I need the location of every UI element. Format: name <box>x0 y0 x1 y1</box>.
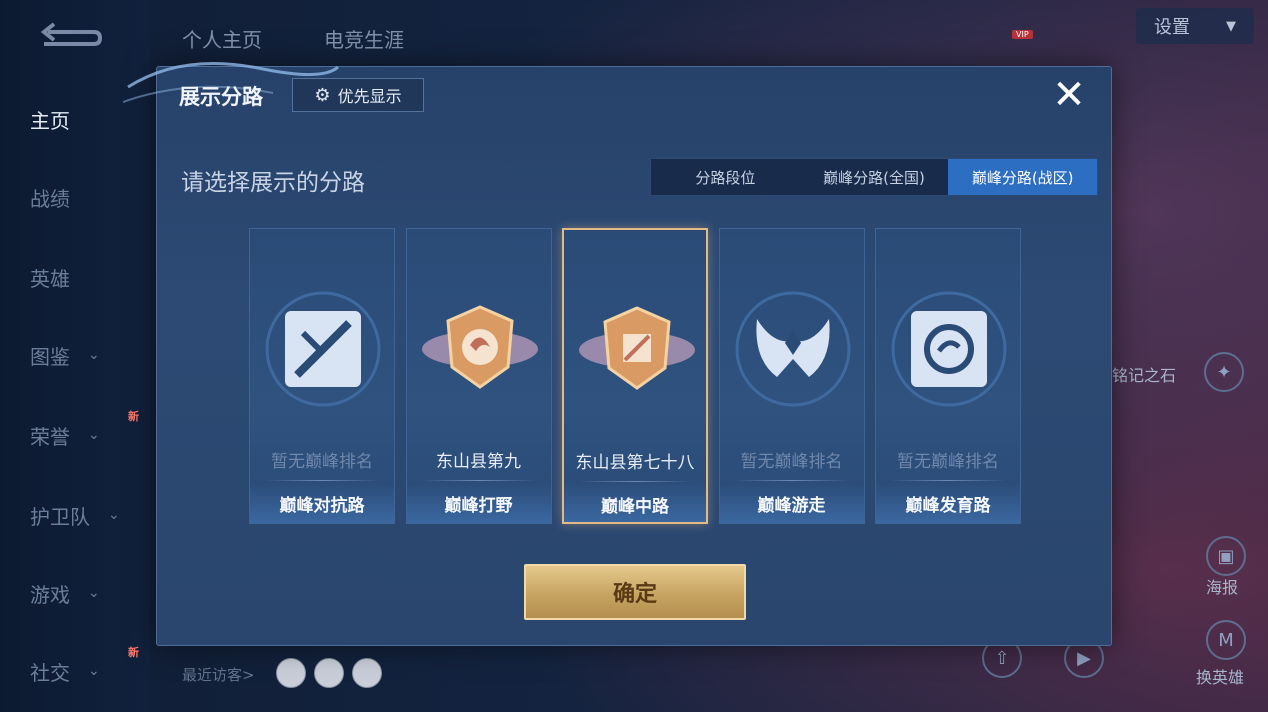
lane-card[interactable]: 暂无巅峰排名 巅峰发育路 <box>875 228 1021 524</box>
lane-name: 巅峰发育路 <box>905 496 991 516</box>
lane-card[interactable]: 东山县第九 巅峰打野 <box>405 228 552 524</box>
chevron-down-icon: ⌄ <box>88 663 100 679</box>
chevron-down-icon: ⌄ <box>88 347 100 363</box>
tab-peak-region[interactable]: 巅峰分路(战区) <box>948 159 1098 195</box>
close-button[interactable]: ✕ <box>1049 75 1089 115</box>
priority-label: 优先显示 <box>337 87 402 106</box>
visitor-avatar[interactable] <box>314 658 344 688</box>
chevron-down-icon: ⌄ <box>88 427 100 443</box>
lane-rank-text: 东山县第九 <box>436 452 521 472</box>
sidebar-item[interactable]: 图鉴 ⌄ <box>30 340 140 370</box>
lane-display-dialog: 展示分路 ⚙ 优先显示 ✕ 请选择展示的分路 分路段位 巅峰分路(全国) 巅峰分… <box>123 61 1112 646</box>
sidebar-item-label: 荣誉 <box>30 424 70 449</box>
visitor-avatar[interactable] <box>276 658 306 688</box>
back-button[interactable] <box>38 22 104 54</box>
sidebar-item-label: 图鉴 <box>30 344 70 369</box>
sidebar-item[interactable]: 护卫队 ⌄ <box>30 500 140 530</box>
card-divider <box>264 480 380 481</box>
priority-display-button[interactable]: ⚙ 优先显示 <box>292 78 424 112</box>
sidebar-item-label: 游戏 <box>30 582 70 607</box>
gear-icon: ⚙ <box>314 84 331 106</box>
visitor-avatar[interactable] <box>352 658 382 688</box>
sidebar-item-label: 社交 <box>30 660 70 685</box>
vip-badge: VIP <box>1012 30 1033 39</box>
lane-rank-text: 暂无巅峰排名 <box>271 452 373 472</box>
sidebar-item-label: 主页 <box>30 108 70 133</box>
poster-label[interactable]: 海报 <box>1206 574 1238 598</box>
stone-label: 铭记之石 <box>1112 366 1177 385</box>
change-hero-label[interactable]: 换英雄 <box>1196 664 1244 688</box>
lane-card[interactable]: 暂无巅峰排名 巅峰游走 <box>718 228 865 524</box>
chevron-down-icon: ▼ <box>1226 18 1236 34</box>
clash-lane-icon <box>265 291 381 407</box>
card-divider <box>578 481 692 482</box>
stone-icon[interactable]: ✦ <box>1204 352 1244 392</box>
back-arrow-icon <box>40 22 103 46</box>
lane-name: 巅峰中路 <box>601 497 669 517</box>
mid-lane-badge-icon <box>579 306 695 390</box>
settings-label: 设置 <box>1154 17 1190 38</box>
sidebar-item[interactable]: 英雄 <box>30 262 140 292</box>
lane-card[interactable]: 东山县第七十八 巅峰中路 <box>562 228 708 524</box>
lane-rank-text: 暂无巅峰排名 <box>897 452 999 472</box>
sidebar-item-label: 护卫队 <box>30 504 90 529</box>
tab-peak-national[interactable]: 巅峰分路(全国) <box>800 159 949 195</box>
confirm-button[interactable]: 确定 <box>524 564 746 620</box>
lane-rank-text: 东山县第七十八 <box>575 453 695 473</box>
lane-card[interactable]: 暂无巅峰排名 巅峰对抗路 <box>249 228 395 524</box>
sidebar-item[interactable]: 荣誉 ⌄ <box>30 420 140 450</box>
jungle-badge-icon <box>421 305 538 389</box>
tab-profile[interactable]: 个人主页 <box>182 24 262 53</box>
lane-name: 巅峰游走 <box>757 496 826 516</box>
card-divider <box>733 480 850 481</box>
new-badge: 新 <box>128 410 139 423</box>
settings-button[interactable]: 设置 ▼ <box>1136 8 1254 44</box>
chevron-down-icon: ⌄ <box>88 585 100 601</box>
tab-esports[interactable]: 电竞生涯 <box>324 24 404 53</box>
sidebar-item[interactable]: 游戏 ⌄ <box>30 578 140 608</box>
recent-visitors-link[interactable]: 最近访客> <box>182 664 255 685</box>
sidebar-item-label: 英雄 <box>30 266 70 291</box>
close-icon: ✕ <box>1052 72 1086 118</box>
dialog-subtitle: 请选择展示的分路 <box>181 170 365 196</box>
card-divider <box>890 480 1006 481</box>
poster-icon[interactable]: ▣ <box>1206 536 1246 576</box>
lane-source-tabs: 分路段位 巅峰分路(全国) 巅峰分路(战区) <box>650 158 1098 196</box>
sidebar-item[interactable]: 战绩 <box>30 182 140 212</box>
chevron-down-icon: ⌄ <box>108 507 120 523</box>
roam-icon <box>735 291 850 407</box>
sidebar-item-label: 战绩 <box>30 186 70 211</box>
tab-lane-rank[interactable]: 分路段位 <box>651 159 800 195</box>
card-divider <box>420 480 537 481</box>
dialog-title: 展示分路 <box>179 85 263 109</box>
confirm-label: 确定 <box>612 582 657 607</box>
sidebar-item[interactable]: 社交 ⌄ <box>30 656 140 686</box>
lane-card-list: 暂无巅峰排名 巅峰对抗路 东山县第九 巅峰打野 东山县第七十八 巅峰中路 暂无巅峰排名 巅峰游… <box>249 228 1021 526</box>
new-badge: 新 <box>128 646 139 659</box>
change-hero-icon[interactable]: M <box>1206 620 1246 660</box>
profile-tabs: 个人主页 电竞生涯 <box>182 24 404 53</box>
lane-rank-text: 暂无巅峰排名 <box>740 452 843 472</box>
lane-name: 巅峰打野 <box>444 496 513 516</box>
farm-lane-icon <box>891 291 1007 407</box>
lane-name: 巅峰对抗路 <box>279 496 365 516</box>
